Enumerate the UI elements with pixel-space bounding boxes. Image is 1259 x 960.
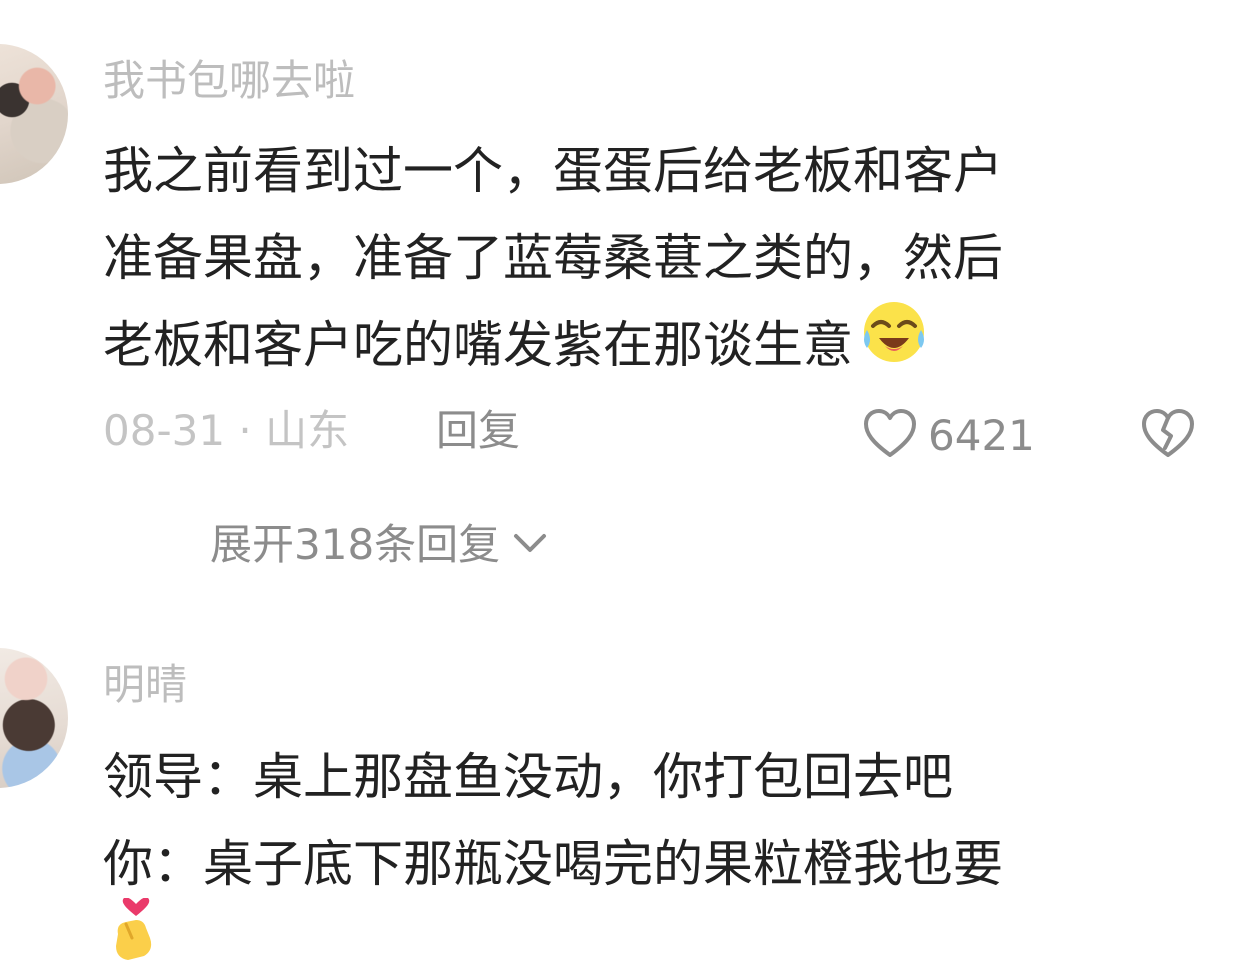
comment-location: 山东 (265, 406, 350, 455)
comment-line: 领导：桌上那盘鱼没动，你打包回去吧 (103, 748, 953, 806)
comment-line: 你：桌子底下那瓶没喝完的果粒橙我也要 (103, 835, 1003, 893)
finger-heart-emoji (110, 897, 162, 960)
comment-meta: 08-31 · 山东 (103, 410, 349, 452)
expand-replies-label: 展开318条回复 (210, 520, 501, 569)
comment-text: 我之前看到过一个，蛋蛋后给老板和客户 准备果盘，准备了蓝莓桑葚之类的，然后 老板… (103, 128, 1183, 393)
comment-text: 领导：桌上那盘鱼没动，你打包回去吧 你：桌子底下那瓶没喝完的果粒橙我也要 (103, 734, 1183, 908)
comment-date: 08-31 (103, 406, 226, 455)
avatar[interactable] (0, 648, 68, 788)
comment-username[interactable]: 我书包哪去啦 (103, 60, 355, 102)
dislike-button[interactable] (1140, 408, 1196, 464)
like-button[interactable]: 6421 (862, 408, 1035, 464)
heart-outline-icon (862, 408, 918, 464)
chevron-down-icon (512, 531, 548, 559)
reply-button[interactable]: 回复 (436, 410, 520, 452)
comment-feed: 我书包哪去啦 我之前看到过一个，蛋蛋后给老板和客户 准备果盘，准备了蓝莓桑葚之类… (0, 0, 1259, 960)
broken-heart-icon (1140, 409, 1196, 464)
avatar[interactable] (0, 44, 68, 184)
meta-separator: · (238, 406, 252, 455)
expand-replies-button[interactable]: 展开318条回复 (210, 524, 548, 566)
laugh-cry-emoji (859, 296, 929, 393)
comment-line: 老板和客户吃的嘴发紫在那谈生意 (103, 302, 1183, 393)
comment-line: 准备果盘，准备了蓝莓桑葚之类的，然后 (103, 229, 1003, 287)
comment-line-text: 老板和客户吃的嘴发紫在那谈生意 (103, 316, 853, 374)
comment-line: 我之前看到过一个，蛋蛋后给老板和客户 (103, 142, 1003, 200)
like-count: 6421 (928, 411, 1035, 460)
comment-username[interactable]: 明晴 (103, 664, 187, 706)
